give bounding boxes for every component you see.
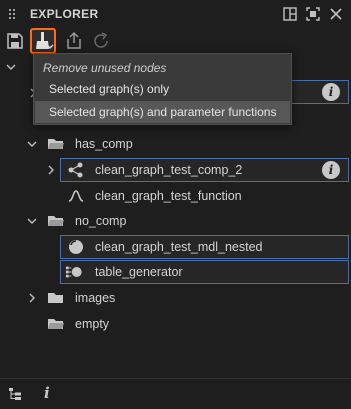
folder-label: no_comp xyxy=(75,214,127,228)
chevron-down-icon[interactable] xyxy=(6,62,16,72)
chevron-down-icon[interactable] xyxy=(27,138,37,150)
folder-row-has-comp[interactable]: has_comp xyxy=(0,132,351,156)
hierarchy-icon[interactable] xyxy=(8,387,22,401)
explorer-header: EXPLORER xyxy=(0,0,351,28)
folder-label: images xyxy=(75,291,116,305)
maximize-icon[interactable] xyxy=(306,7,320,21)
folder-row-empty[interactable]: empty xyxy=(0,312,351,336)
grip-icon[interactable] xyxy=(8,8,20,20)
panel-title: EXPLORER xyxy=(30,7,99,21)
folder-row-images[interactable]: images xyxy=(0,286,351,310)
menu-item-label: Selected graph(s) only xyxy=(49,82,170,96)
folder-open-icon xyxy=(48,139,64,149)
save-icon[interactable] xyxy=(4,30,26,52)
info-icon[interactable]: i xyxy=(322,161,340,179)
generator-row[interactable]: table_generator xyxy=(0,260,351,284)
folder-open-icon xyxy=(48,216,64,226)
chevron-right-icon[interactable] xyxy=(46,164,56,176)
material-sphere-icon xyxy=(69,240,83,254)
material-label: clean_graph_test_mdl_nested xyxy=(95,240,263,254)
generator-icon xyxy=(65,266,82,278)
menu-heading: Remove unused nodes xyxy=(43,61,167,75)
chevron-down-icon[interactable] xyxy=(27,215,37,227)
info-icon[interactable]: i xyxy=(322,83,340,101)
folder-open-icon xyxy=(48,319,64,329)
menu-item-label: Selected graph(s) and parameter function… xyxy=(49,105,277,119)
menu-item-selected-graphs-only[interactable]: Selected graph(s) only xyxy=(35,78,290,100)
chevron-right-icon[interactable] xyxy=(27,292,37,304)
export-icon[interactable] xyxy=(63,30,85,52)
refresh-icon[interactable] xyxy=(90,30,112,52)
folder-label: empty xyxy=(75,317,110,331)
folder-icon xyxy=(48,293,63,303)
graph-nodes-icon xyxy=(68,162,83,178)
function-row[interactable]: clean_graph_test_function xyxy=(0,184,351,208)
split-panel-icon[interactable] xyxy=(283,7,297,21)
graph-label: clean_graph_test_comp_2 xyxy=(95,163,243,177)
function-label: clean_graph_test_function xyxy=(95,189,242,203)
menu-item-selected-graphs-and-functions[interactable]: Selected graph(s) and parameter function… xyxy=(35,101,290,123)
close-icon[interactable] xyxy=(329,7,343,21)
material-row[interactable]: clean_graph_test_mdl_nested xyxy=(0,235,351,259)
graph-row-comp-2[interactable]: clean_graph_test_comp_2 i xyxy=(0,158,351,182)
explorer-toolbar xyxy=(0,28,351,54)
info-italic-icon[interactable]: i xyxy=(44,384,50,402)
folder-row-no-comp[interactable]: no_comp xyxy=(0,209,351,233)
folder-label: has_comp xyxy=(75,137,133,151)
function-curve-icon xyxy=(68,190,84,202)
generator-label: table_generator xyxy=(95,265,183,279)
clean-broom-icon[interactable] xyxy=(30,28,56,54)
remove-unused-nodes-menu: Remove unused nodes Selected graph(s) on… xyxy=(33,53,292,125)
bottom-bar: i xyxy=(0,378,351,409)
